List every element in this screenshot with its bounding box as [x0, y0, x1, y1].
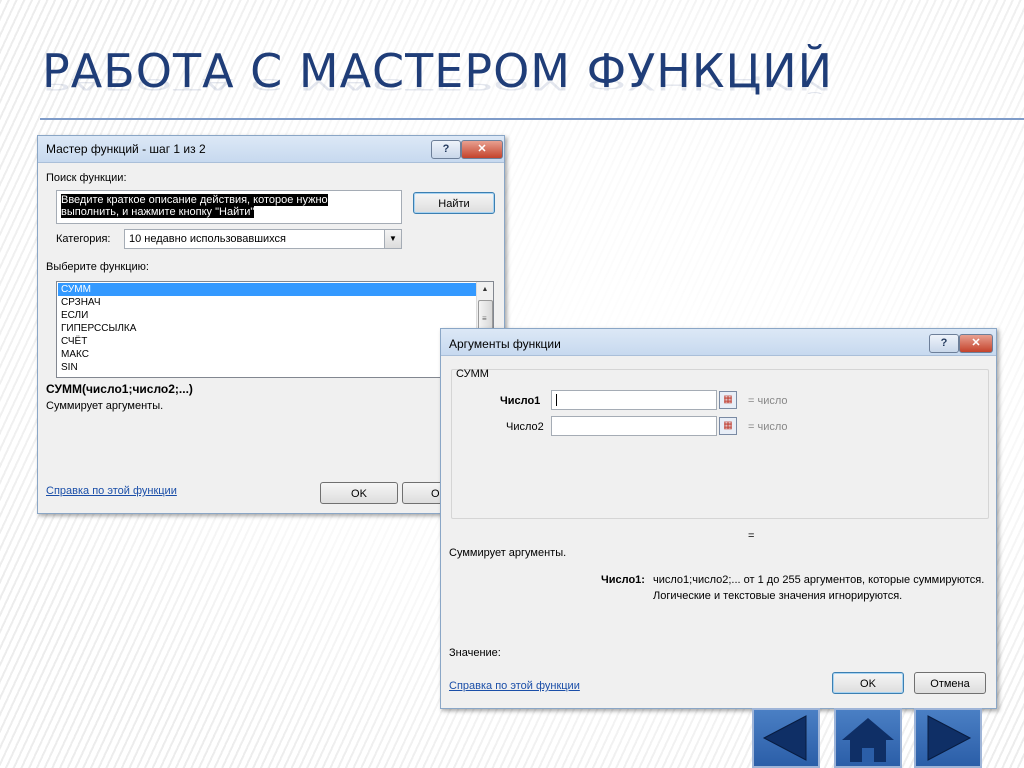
function-list-item[interactable]: МАКС — [58, 348, 476, 361]
args-ok-button[interactable]: OK — [832, 672, 904, 694]
scroll-up-icon[interactable]: ▲ — [477, 282, 493, 298]
category-select[interactable]: 10 недавно использовавшихся ▼ — [124, 229, 402, 249]
arg2-input[interactable] — [551, 416, 717, 436]
arg-help-line-2: Логические и текстовые значения игнориру… — [653, 590, 903, 602]
chevron-down-icon[interactable]: ▼ — [384, 230, 401, 248]
wizard-titlebar[interactable]: Мастер функций - шаг 1 из 2 ? ✕ — [38, 136, 504, 163]
nav-previous-button[interactable] — [752, 708, 820, 768]
arg1-input[interactable] — [551, 390, 717, 410]
function-list-item[interactable]: СРЗНАЧ — [58, 296, 476, 309]
function-list-item[interactable]: СУММ — [58, 283, 476, 296]
wizard-help-link[interactable]: Справка по этой функции — [46, 485, 177, 497]
args-help-link[interactable]: Справка по этой функции — [449, 680, 580, 692]
args-titlebar[interactable]: Аргументы функции ? ✕ — [441, 329, 996, 356]
args-title: Аргументы функции — [449, 337, 561, 351]
function-list-item[interactable]: СЧЁТ — [58, 335, 476, 348]
select-function-label: Выберите функцию: — [46, 261, 149, 273]
args-close-button[interactable]: ✕ — [959, 334, 993, 353]
arrow-right-icon — [927, 715, 972, 761]
grip-icon: ≡ — [482, 314, 487, 323]
find-button[interactable]: Найти — [413, 192, 495, 214]
arg2-label: Число2 — [506, 421, 544, 433]
function-list[interactable]: СУММ СРЗНАЧ ЕСЛИ ГИПЕРССЫЛКА СЧЁТ МАКС SIN ▲ ≡ — [56, 281, 494, 378]
wizard-ok-button[interactable]: OK — [320, 482, 398, 504]
wizard-help-button[interactable]: ? — [431, 140, 461, 159]
value-label: Значение: — [449, 647, 501, 659]
nav-next-button[interactable] — [914, 708, 982, 768]
args-help-button[interactable]: ? — [929, 334, 959, 353]
arg1-collapse-icon[interactable]: ▦ — [719, 391, 737, 409]
wizard-close-button[interactable]: ✕ — [461, 140, 503, 159]
args-function-description: Суммирует аргументы. — [449, 547, 567, 559]
arg1-result: = число — [748, 395, 788, 407]
function-list-item[interactable]: ЕСЛИ — [58, 309, 476, 322]
arg1-label: Число1 — [500, 395, 541, 407]
arg2-collapse-icon[interactable]: ▦ — [719, 417, 737, 435]
function-arguments-dialog: Аргументы функции ? ✕ СУММ Число1 ▦ = чи… — [440, 328, 997, 709]
group-function-name: СУММ — [456, 368, 489, 380]
search-input[interactable]: Введите краткое описание действия, котор… — [56, 190, 402, 224]
search-input-text: Введите краткое описание действия, котор… — [61, 194, 328, 218]
formula-result-equals: = — [748, 530, 755, 542]
function-signature: СУММ(число1;число2;...) — [46, 382, 193, 396]
arg-help-line-1: число1;число2;... от 1 до 255 аргументов… — [653, 574, 985, 586]
function-list-item[interactable]: SIN — [58, 361, 476, 374]
function-list-items: СУММ СРЗНАЧ ЕСЛИ ГИПЕРССЫЛКА СЧЁТ МАКС SIN — [58, 283, 476, 374]
nav-home-button[interactable] — [834, 708, 902, 768]
function-list-item[interactable]: ГИПЕРССЫЛКА — [58, 322, 476, 335]
category-label: Категория: — [56, 233, 111, 245]
arguments-group: СУММ Число1 ▦ = число Число2 ▦ = число — [451, 368, 989, 519]
slide-title-reflection: Работа с мастером функций — [42, 75, 834, 94]
category-value: 10 недавно использовавшихся — [129, 233, 287, 245]
arg-help-label: Число1: — [601, 574, 645, 586]
title-underline — [40, 118, 1024, 120]
args-cancel-button[interactable]: Отмена — [914, 672, 986, 694]
text-cursor — [556, 394, 557, 406]
arg2-result: = число — [748, 421, 788, 433]
wizard-title: Мастер функций - шаг 1 из 2 — [46, 142, 206, 156]
arrow-left-icon — [762, 715, 807, 761]
search-line-2: выполнить, и нажмите кнопку "Найти" — [61, 206, 255, 218]
search-line-1: Введите краткое описание действия, котор… — [61, 194, 328, 206]
function-description: Суммирует аргументы. — [46, 400, 164, 412]
search-label: Поиск функции: — [46, 172, 127, 184]
function-wizard-dialog: Мастер функций - шаг 1 из 2 ? ✕ Поиск фу… — [37, 135, 505, 514]
home-icon — [842, 718, 894, 762]
